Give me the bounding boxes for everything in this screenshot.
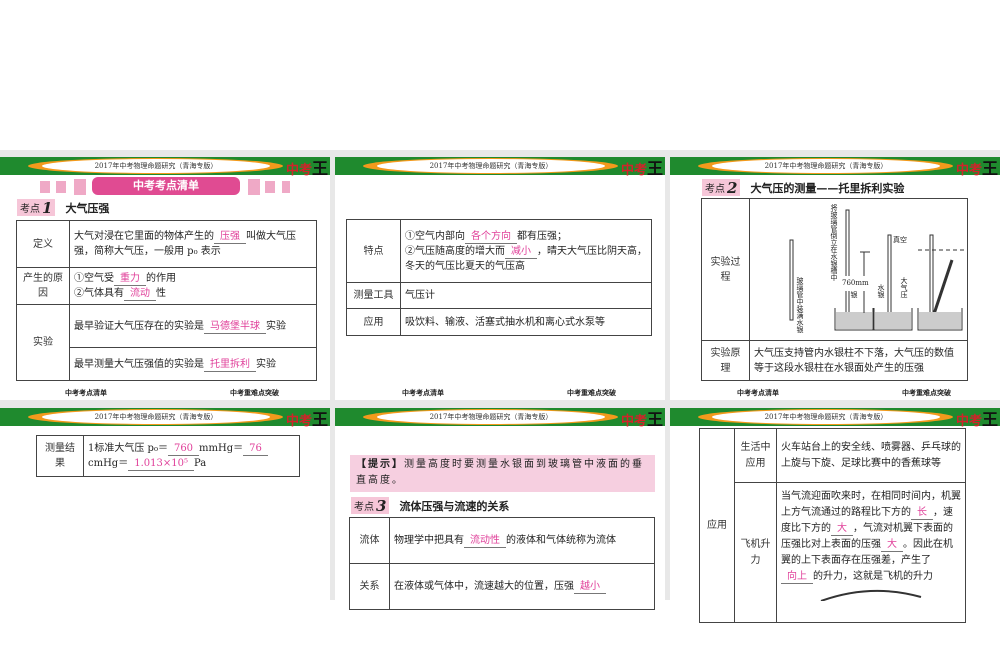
header-title: 2017年中考物理命题研究（青海专版） — [764, 413, 888, 421]
section-banner: 中考考点清单 — [92, 177, 240, 195]
row-head: 测量结果 — [36, 435, 84, 477]
answer-blank: 减小 — [505, 245, 537, 259]
torricelli-table: 实验过程 玻璃管中装满水银 将玻璃管倒立在水银槽中 水银 水银 大气压 真空 7… — [701, 198, 968, 381]
slide-thumbnail-1[interactable]: 2017年中考物理命题研究（青海专版） 中考王 中考考点清单 考点 1 大气压强 定义… — [0, 157, 330, 400]
row-head: 关系 — [349, 563, 390, 610]
row-head: 实验原理 — [701, 340, 750, 381]
footer-link-right[interactable]: 中考重难点突破 — [902, 388, 951, 398]
logo: 中考王 — [285, 410, 328, 429]
header-title: 2017年中考物理命题研究（青海专版） — [764, 162, 888, 170]
row-head: 特点 — [346, 219, 401, 283]
cell: 气压计 — [400, 282, 652, 309]
answer-blank: 流动 — [124, 287, 156, 301]
answer-blank: 流动性 — [464, 534, 506, 548]
slide-header: 2017年中考物理命题研究（青海专版） 中考王 — [670, 157, 1000, 178]
footer-link-left[interactable]: 中考考点清单 — [65, 388, 107, 398]
row-head: 应用 — [346, 308, 401, 336]
slide-thumbnail-6[interactable]: 2017年中考物理命题研究（青海专版） 中考王 应用 生活中应用 火车站台上的安全线、… — [670, 408, 1000, 651]
answer-blank: 马德堡半球 — [204, 320, 266, 334]
decor-square — [248, 179, 260, 195]
diagram-label: 将玻璃管倒立在水银槽中 — [830, 204, 838, 281]
tip-box: 【提示】测量高度时要测量水银面到玻璃管中液面的垂直高度。 — [350, 455, 655, 492]
answer-blank: 760 — [167, 442, 200, 456]
slide-thumbnail-4[interactable]: 2017年中考物理命题研究（青海专版） 中考王 测量结果 1标准大气压 p₀＝ 760… — [0, 408, 330, 651]
atmospheric-pressure-table: 定义 大气对浸在它里面的物体产生的 压强 叫做大气压强，简称大气压，一般用 p₀ 表示… — [16, 220, 317, 381]
row-head: 实验 — [16, 304, 70, 381]
footer-link-left[interactable]: 中考考点清单 — [402, 388, 444, 398]
answer-blank: 向上 — [781, 570, 813, 584]
fluid-table: 流体 物理学中把具有 流动性 的液体和气体统称为流体 关系 在液体或气体中，流速越大的位… — [349, 517, 655, 610]
kaodian-heading: 考点 2 大气压的测量——托里拆利实验 — [702, 179, 904, 197]
diagram-label: 真空 — [893, 236, 907, 244]
answer-blank: 大 — [881, 538, 903, 552]
slide-header: 2017年中考物理命题研究（青海专版） 中考王 — [670, 408, 1000, 429]
footer-link-right[interactable]: 中考重难点突破 — [230, 388, 279, 398]
header-title: 2017年中考物理命题研究（青海专版） — [94, 413, 218, 421]
diagram-label: 大气压 — [900, 277, 908, 298]
cell: 吸饮料、输液、活塞式抽水机和离心式水泵等 — [400, 308, 652, 336]
measurement-result-table: 测量结果 1标准大气压 p₀＝ 760 mmHg＝ 76 cmHg＝ 1.013×10⁵ Pa — [36, 435, 300, 477]
answer-blank: 长 — [911, 506, 933, 520]
answer-blank: 越小 — [574, 580, 606, 594]
header-title: 2017年中考物理命题研究（青海专版） — [429, 162, 553, 170]
decor-square — [74, 179, 86, 195]
answer-blank: 压强 — [214, 230, 246, 244]
answer-blank: 大 — [831, 522, 853, 536]
row-head: 实验过程 — [701, 198, 750, 341]
decor-square — [56, 181, 66, 193]
decor-square — [40, 181, 50, 193]
diagram-label: 760mm — [842, 276, 869, 291]
row-head: 生活中应用 — [734, 428, 777, 483]
row-head: 应用 — [699, 428, 735, 623]
answer-blank: 重力 — [114, 272, 146, 286]
diagram-label: 水银 — [877, 284, 885, 298]
slide-thumbnail-5[interactable]: 2017年中考物理命题研究（青海专版） 中考王 【提示】测量高度时要测量水银面到玻… — [335, 408, 665, 651]
slide-header: 2017年中考物理命题研究（青海专版） 中考王 — [335, 157, 665, 178]
row-head: 定义 — [16, 220, 70, 268]
slide-thumbnail-2[interactable]: 2017年中考物理命题研究（青海专版） 中考王 特点 ①空气内部向 各个方向 都有压强；… — [335, 157, 665, 400]
row-head: 流体 — [349, 517, 390, 564]
answer-blank: 76 — [243, 442, 268, 456]
kaodian-heading: 考点 3 流体压强与流速的关系 — [351, 497, 509, 515]
cell: 火车站台上的安全线、喷雾器、乒乓球的上旋与下旋、足球比赛中的香蕉球等 — [776, 428, 966, 483]
slide-thumbnail-3[interactable]: 2017年中考物理命题研究（青海专版） 中考王 考点 2 大气压的测量——托里拆利实验… — [670, 157, 1000, 400]
logo: 中考王 — [955, 159, 998, 178]
airplane-wing-diagram — [820, 589, 922, 601]
slide-header: 2017年中考物理命题研究（青海专版） 中考王 — [335, 408, 665, 429]
slide-header: 2017年中考物理命题研究（青海专版） 中考王 — [0, 157, 330, 178]
row-head: 产生的原因 — [16, 267, 70, 305]
row-head: 测量工具 — [346, 282, 401, 309]
logo: 中考王 — [620, 410, 663, 429]
header-title: 2017年中考物理命题研究（青海专版） — [94, 162, 218, 170]
slide-header: 2017年中考物理命题研究（青海专版） 中考王 — [0, 408, 330, 429]
decor-square — [265, 181, 275, 193]
kaodian-heading: 考点 1 大气压强 — [17, 199, 109, 217]
cell: 大气压支持管内水银柱不下落，大气压的数值等于这段水银柱在水银面处产生的压强 — [749, 340, 968, 381]
row-head: 飞机升力 — [734, 482, 777, 623]
pressure-features-table: 特点 ①空气内部向 各个方向 都有压强； ②气压随高度的增大而 减小 ，晴天大气压比阴天高，… — [346, 219, 652, 336]
answer-blank: 托里拆利 — [204, 358, 256, 372]
footer-link-left[interactable]: 中考考点清单 — [737, 388, 779, 398]
diagram-label: 玻璃管中装满水银 — [796, 277, 804, 333]
application-table: 应用 生活中应用 火车站台上的安全线、喷雾器、乒乓球的上旋与下旋、足球比赛中的香蕉球… — [699, 428, 966, 623]
logo: 中考王 — [955, 410, 998, 429]
header-title: 2017年中考物理命题研究（青海专版） — [429, 413, 553, 421]
experiment-diagram: 玻璃管中装满水银 将玻璃管倒立在水银槽中 水银 水银 大气压 真空 760mm — [749, 198, 968, 341]
footer-link-right[interactable]: 中考重难点突破 — [567, 388, 616, 398]
logo: 中考王 — [620, 159, 663, 178]
logo: 中考王 — [285, 159, 328, 178]
answer-blank: 各个方向 — [465, 230, 517, 244]
decor-square — [282, 181, 290, 193]
answer-blank: 1.013×10⁵ — [128, 457, 194, 471]
